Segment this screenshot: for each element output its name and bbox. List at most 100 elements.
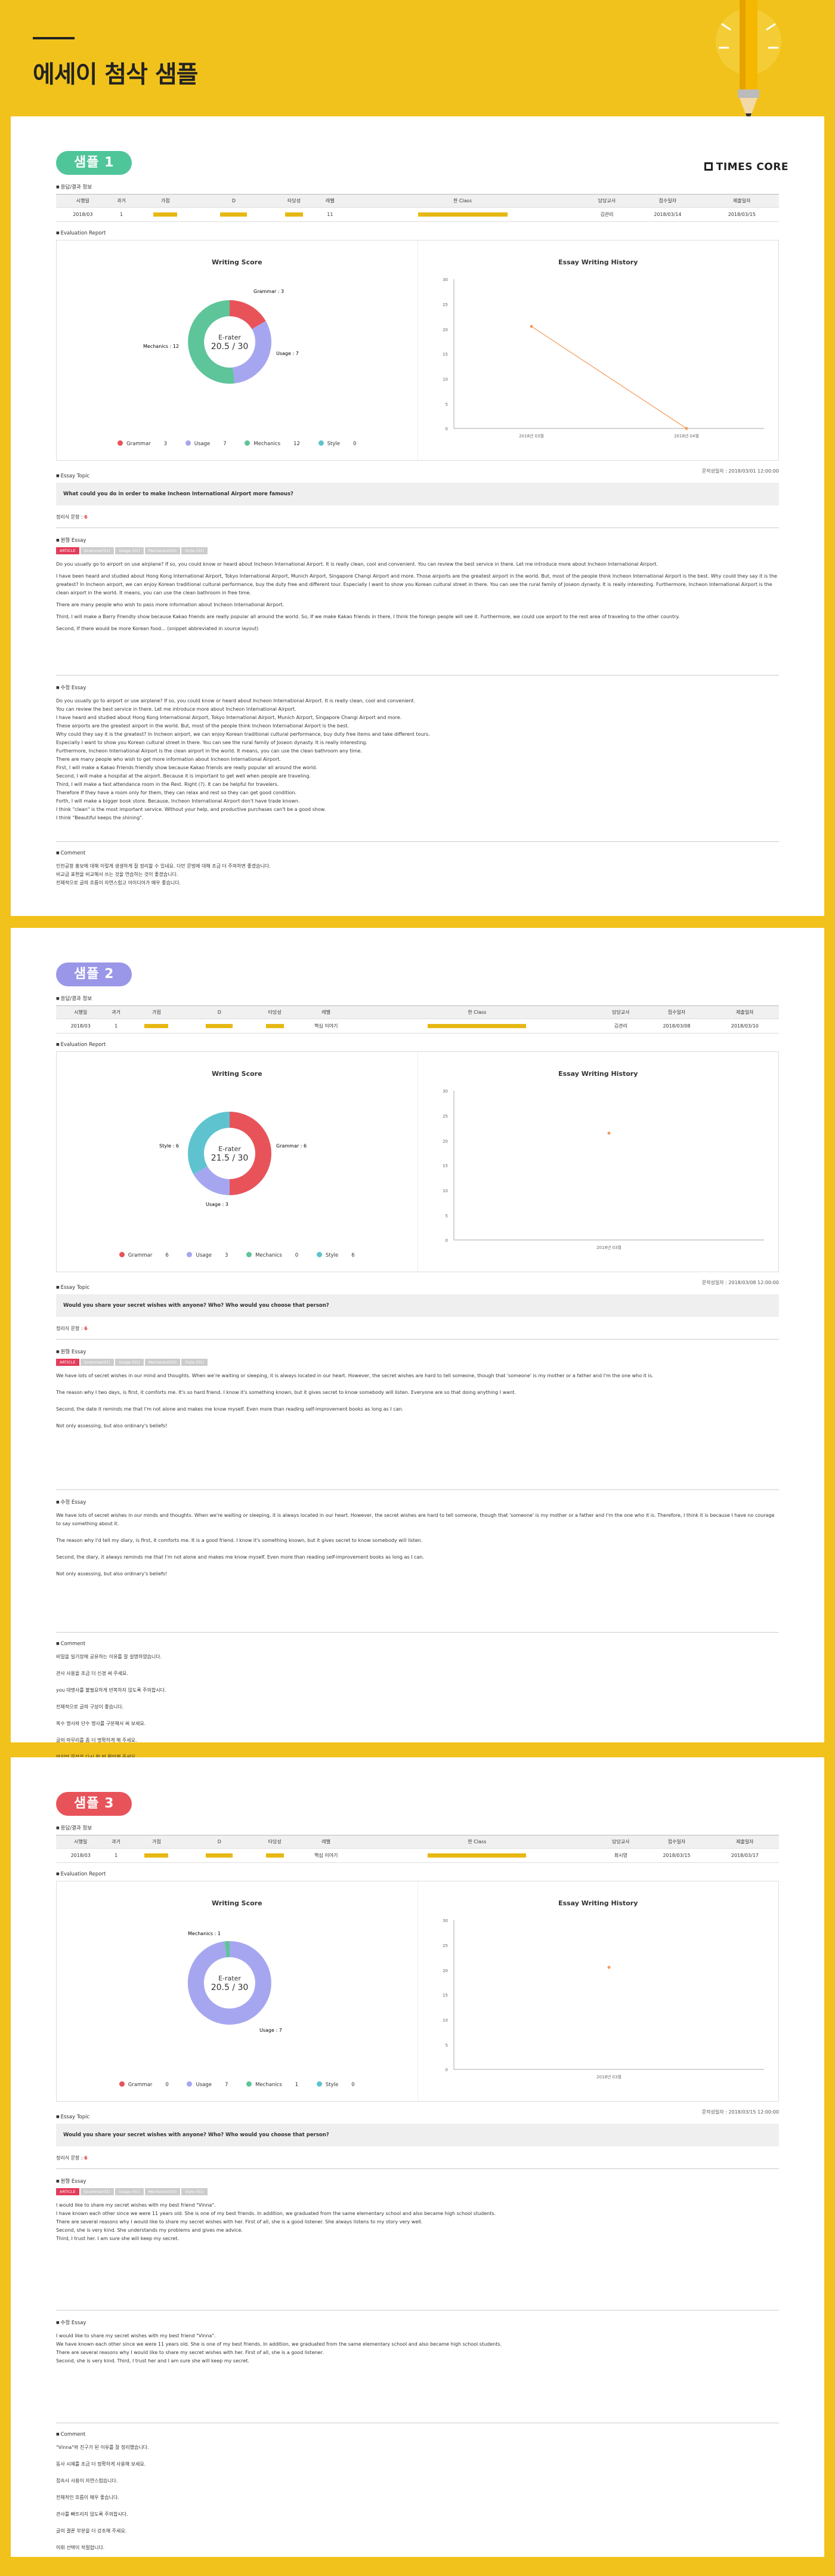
evaluation-report: Writing Score E-rater 20.5 / 30 Grammar … — [56, 240, 779, 461]
svg-text:25: 25 — [443, 303, 448, 307]
svg-text:0: 0 — [445, 2068, 447, 2072]
svg-text:30: 30 — [443, 1089, 448, 1094]
svg-text:E-rater: E-rater — [218, 1975, 241, 1982]
revised-label: 수정 Essay — [56, 684, 779, 691]
table-row: 2018/03 1 핵심 이야기 김관리 2018/03/08 2018/03/10 — [56, 1019, 779, 1034]
tab-grammar[interactable]: Grammar(01) — [80, 547, 115, 554]
svg-text:20: 20 — [443, 1139, 448, 1144]
svg-text:10: 10 — [443, 377, 448, 382]
info-label: 응답/결과 정보 — [56, 1824, 779, 1831]
svg-text:Grammar : 6: Grammar : 6 — [276, 1143, 307, 1149]
info-table: 시행일 과거 가점 D 타당성 레벨 한 Class 담당교사 접수일자 제출일자 2018/03… — [56, 1005, 779, 1034]
times-core-logo: TIMES CORE — [704, 161, 788, 173]
table-row: 2018/03 1 핵심 이야기 최시영 2018/03/15 2018/03/17 — [56, 1848, 779, 1863]
svg-text:Mechanics : 12: Mechanics : 12 — [143, 344, 179, 349]
svg-text:10: 10 — [443, 1189, 448, 1193]
history-chart: 30 25 20 15 10 5 0 2018년 03월 — [443, 1089, 764, 1250]
sample-card-3: 샘플 3 응답/결과 정보 시행일과거가점D타당성레벨한 Class담당교사접수… — [11, 1757, 824, 2557]
score-donut: E-rater 21.5 / 30 Grammar : 6 Usage : 3 … — [159, 1112, 307, 1207]
svg-text:Usage : 7: Usage : 7 — [276, 351, 299, 356]
history-title: Essay Writing History — [558, 1070, 638, 1078]
page-header: 에세이 첨삭 샘플 — [0, 0, 835, 122]
original-label: 원형 Essay — [56, 1348, 779, 1355]
svg-text:5: 5 — [445, 1214, 447, 1218]
svg-text:Usage : 7: Usage : 7 — [259, 2028, 282, 2033]
tab-usage[interactable]: Usage (01) — [115, 547, 144, 554]
correction-tabs: ARTICLE Grammar(01) Usage (01) Mechanics(03… — [56, 547, 779, 554]
svg-text:25: 25 — [443, 1114, 448, 1119]
comment-box: 비밀을 일기장에 공유하는 이유를 잘 설명하였습니다. 관사 사용을 조금 더 … — [56, 1654, 166, 1760]
tab-article[interactable]: ARTICLE — [56, 2188, 79, 2195]
evaluation-report: Writing Score E-rater 20.5 / 30 Mechanic… — [56, 1881, 779, 2102]
writing-score-title: Writing Score — [211, 1070, 262, 1078]
donut-legend: Grammar 6 Usage 3 Mechanics 0 Style 6 — [57, 1252, 418, 1258]
comment-label: Comment — [56, 1641, 779, 1647]
score-donut: E-rater 20.5 / 30 Mechanics : 1 Usage : … — [187, 1931, 282, 2033]
svg-text:Usage : 3: Usage : 3 — [206, 1202, 228, 1207]
tab-mechanics[interactable]: Mechanics(03) — [144, 2188, 181, 2195]
svg-text:20.5 / 30: 20.5 / 30 — [211, 1983, 249, 1992]
tab-style[interactable]: Style (01) — [181, 547, 208, 554]
svg-text:20: 20 — [443, 328, 448, 332]
svg-text:30: 30 — [443, 277, 448, 282]
original-label: 원형 Essay — [56, 2177, 779, 2185]
svg-text:Mechanics : 1: Mechanics : 1 — [188, 1931, 221, 1936]
revised-essay: Do you usually go to airport or use airp… — [56, 698, 430, 820]
history-title: Essay Writing History — [558, 258, 638, 266]
writing-score-title: Writing Score — [211, 1899, 262, 1907]
tab-grammar[interactable]: Grammar(01) — [80, 2188, 115, 2195]
info-table: 시행일 과거 가점 D 타당성 레벨 한 Class 담당교사 접수일자 제출일자 2018/03… — [56, 194, 779, 222]
count-line: 정리식 문항 : 6 — [56, 2155, 88, 2161]
svg-text:25: 25 — [443, 1943, 448, 1948]
svg-text:Style : 6: Style : 6 — [159, 1143, 179, 1149]
tab-mechanics[interactable]: Mechanics(03) — [144, 547, 181, 554]
score-donut: E-rater 20.5 / 30 Grammar : 3 Usage : 7 … — [143, 289, 299, 384]
table-row: 2018/03 1 11 김관리 2018/03/14 2018/03/15 — [56, 207, 779, 222]
original-label: 원형 Essay — [56, 536, 779, 544]
svg-text:Grammar : 3: Grammar : 3 — [253, 289, 284, 294]
revised-label: 수정 Essay — [56, 2319, 779, 2326]
tab-usage[interactable]: Usage (01) — [115, 1359, 144, 1366]
svg-text:15: 15 — [443, 1993, 448, 1998]
original-essay: Do you usually go to airport on use airp… — [56, 562, 777, 631]
info-table: 시행일 과거 가점 D 타당성 레벨 한 Class 담당교사 접수일자 제출일자 2018/03… — [56, 1835, 779, 1863]
sample-pill: 샘플 2 — [56, 962, 132, 986]
topic-label: Essay Topic — [56, 473, 779, 479]
tab-grammar[interactable]: Grammar(01) — [80, 1359, 115, 1366]
topic-box: Would you share your secret wishes with … — [56, 2124, 779, 2146]
tab-style[interactable]: Style (01) — [181, 2188, 208, 2195]
donut-legend: Grammar 3 Usage 7 Mechanics 12 Style 0 — [57, 440, 418, 447]
svg-text:2018년 03월: 2018년 03월 — [596, 2074, 621, 2080]
info-label: 응답/결과 정보 — [56, 183, 779, 190]
correction-tabs: ARTICLE Grammar(01) Usage (01) Mechanics(03… — [56, 1359, 779, 1366]
comment-box: "Vinna"와 친구가 된 이유를 잘 정리했습니다. 동사 시제를 조금 더 … — [56, 2445, 149, 2550]
comment-label: Comment — [56, 850, 779, 856]
svg-text:21.5 / 30: 21.5 / 30 — [211, 1153, 249, 1163]
info-label: 응답/결과 정보 — [56, 995, 779, 1002]
page-title: 에세이 첨삭 샘플 — [33, 61, 198, 88]
count-line: 정리식 문항 : 6 — [56, 1326, 88, 1331]
tab-article[interactable]: ARTICLE — [56, 1359, 79, 1366]
sample-card-1: 샘플 1 TIMES CORE 응답/결과 정보 시행일과거가점D타당성레벨한 … — [11, 116, 824, 916]
donut-slice-usage — [233, 321, 271, 384]
sample-pill: 샘플 3 — [56, 1792, 132, 1816]
svg-text:E-rater: E-rater — [218, 334, 241, 341]
svg-text:2018년 04월: 2018년 04월 — [674, 433, 699, 439]
eval-label: Evaluation Report — [56, 1042, 779, 1048]
revised-essay: I would like to share my secret wishes w… — [56, 2333, 502, 2364]
title-bar — [33, 37, 75, 39]
original-essay: I would like to share my secret wishes w… — [56, 2202, 496, 2241]
svg-text:5: 5 — [445, 2043, 447, 2048]
tab-style[interactable]: Style (01) — [181, 1359, 208, 1366]
history-chart: 30 25 20 15 10 5 0 2018년 03월 2018년 04월 — [443, 277, 764, 439]
tab-mechanics[interactable]: Mechanics(03) — [144, 1359, 181, 1366]
svg-text:0: 0 — [445, 427, 447, 431]
svg-text:10: 10 — [443, 2018, 448, 2023]
eval-label: Evaluation Report — [56, 1871, 779, 1877]
svg-text:20: 20 — [443, 1969, 448, 1973]
tab-article[interactable]: ARTICLE — [56, 547, 79, 554]
svg-text:30: 30 — [443, 1918, 448, 1923]
eval-label: Evaluation Report — [56, 230, 779, 236]
tab-usage[interactable]: Usage (01) — [115, 2188, 144, 2195]
topic-label: Essay Topic — [56, 1285, 779, 1291]
